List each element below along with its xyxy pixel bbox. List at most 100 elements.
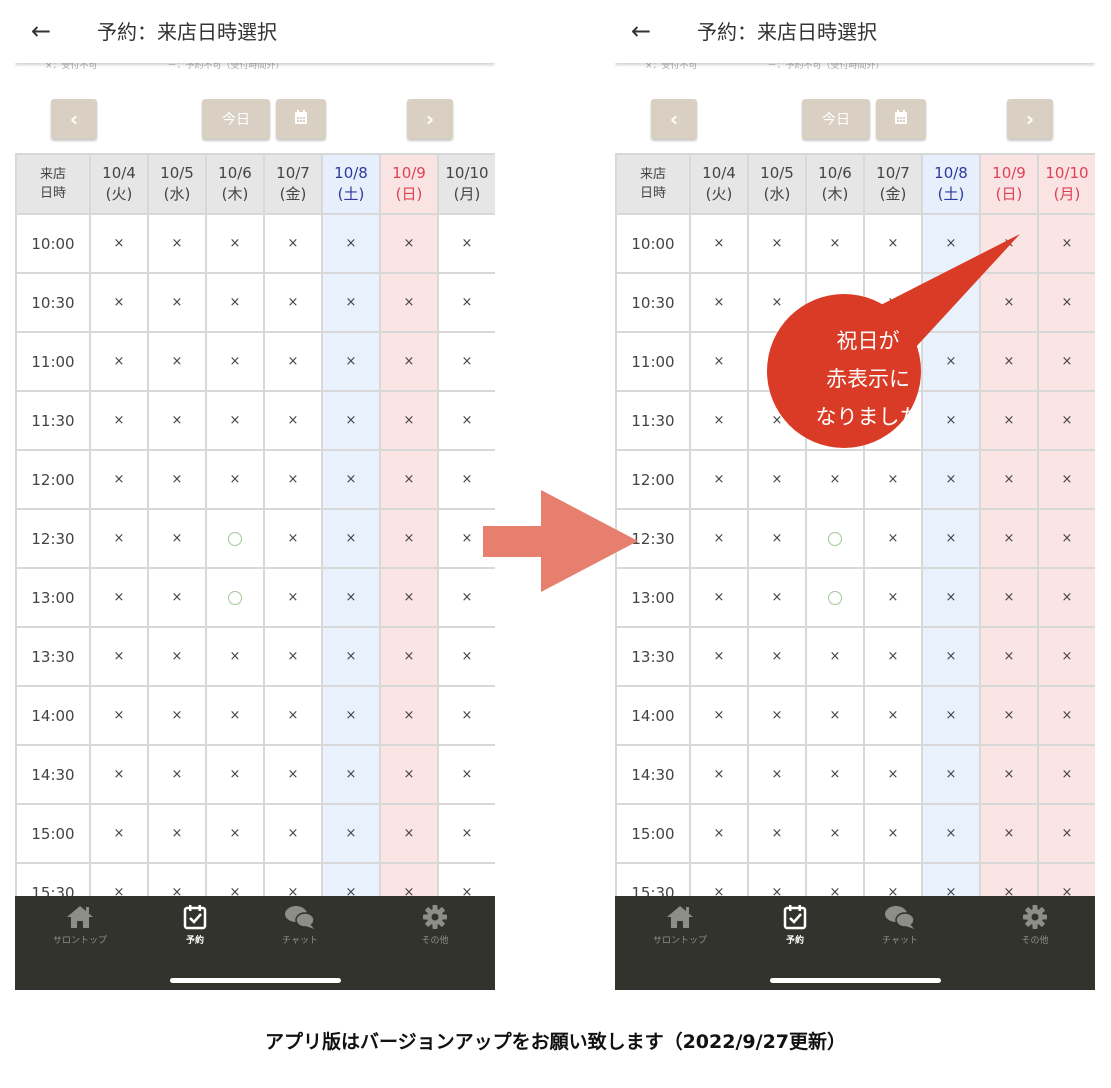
slot-unavailable: ×	[205, 803, 265, 864]
tab-label: サロントップ	[52, 936, 107, 946]
slot-unavailable: ×	[321, 390, 381, 451]
day-header-10-8: 10/8 (土)	[321, 153, 381, 215]
slot-unavailable: ×	[1037, 567, 1095, 628]
tab-label: 予約	[785, 936, 804, 946]
time-label: 12:00	[15, 449, 91, 510]
slot-unavailable: ×	[1037, 626, 1095, 687]
slot-unavailable: ×	[205, 626, 265, 687]
slot-available[interactable]	[805, 567, 865, 628]
slot-unavailable: ×	[747, 508, 807, 569]
slot-unavailable: ×	[979, 685, 1039, 746]
available-circle-icon[interactable]	[828, 531, 842, 546]
calendar-button[interactable]	[876, 99, 926, 139]
next-week-button[interactable]: ›	[407, 99, 453, 139]
tab-chat[interactable]: チャット	[250, 904, 350, 946]
time-label: 15:00	[15, 803, 91, 864]
slot-unavailable: ×	[379, 331, 439, 392]
slot-unavailable: ×	[263, 449, 323, 510]
available-circle-icon[interactable]	[228, 531, 242, 546]
slot-available[interactable]	[805, 508, 865, 569]
day-header-10-8: 10/8 (土)	[921, 153, 981, 215]
time-label: 10:30	[15, 272, 91, 333]
day-header-10-5: 10/5 (水)	[147, 153, 207, 215]
slot-unavailable: ×	[979, 803, 1039, 864]
available-circle-icon[interactable]	[228, 590, 242, 605]
day-header-10-9: 10/9 (日)	[379, 153, 439, 215]
slot-unavailable: ×	[689, 331, 749, 392]
tab-home[interactable]: サロントップ	[30, 904, 130, 946]
slot-unavailable: ×	[147, 744, 207, 805]
slot-unavailable: ×	[89, 272, 149, 333]
day-of-week: (火)	[105, 185, 133, 203]
slot-unavailable: ×	[805, 685, 865, 746]
slot-unavailable: ×	[147, 803, 207, 864]
slot-unavailable: ×	[263, 567, 323, 628]
tab-label: 予約	[185, 936, 204, 946]
table-row: 13:00 × × × × × ×	[15, 567, 495, 628]
table-row: 10:30×××××××	[15, 272, 495, 333]
slot-unavailable: ×	[437, 390, 495, 451]
slot-unavailable: ×	[89, 744, 149, 805]
slot-unavailable: ×	[921, 508, 981, 569]
table-row: 11:30×××××××	[15, 390, 495, 451]
slot-available[interactable]	[205, 508, 265, 569]
time-label: 11:00	[15, 331, 91, 392]
home-indicator[interactable]	[170, 978, 341, 983]
slot-unavailable: ×	[147, 213, 207, 274]
home-indicator[interactable]	[770, 978, 941, 983]
today-button[interactable]: 今日	[802, 99, 870, 139]
back-arrow-icon[interactable]: ←	[31, 16, 51, 46]
callout-line: なりました	[815, 405, 921, 429]
slot-unavailable: ×	[921, 744, 981, 805]
gear-icon	[385, 904, 485, 930]
week-navigation: ‹ 今日 ›	[615, 99, 1095, 141]
tab-gear[interactable]: その他	[985, 904, 1085, 946]
tab-label: チャット	[282, 936, 318, 946]
slot-unavailable: ×	[863, 803, 923, 864]
tab-home[interactable]: サロントップ	[630, 904, 730, 946]
time-label: 10:00	[615, 213, 691, 274]
slot-unavailable: ×	[805, 744, 865, 805]
slot-unavailable: ×	[379, 685, 439, 746]
tab-chat[interactable]: チャット	[850, 904, 950, 946]
tab-calendar-check[interactable]: 予約	[745, 904, 845, 946]
back-arrow-icon[interactable]: ←	[631, 16, 651, 46]
slot-unavailable: ×	[689, 803, 749, 864]
day-header-10-5: 10/5 (水)	[747, 153, 807, 215]
day-date: 10/9	[992, 164, 1026, 182]
slot-unavailable: ×	[263, 272, 323, 333]
corner-line: 来店	[639, 167, 666, 182]
time-label: 14:30	[615, 744, 691, 805]
calendar-button[interactable]	[276, 99, 326, 139]
day-of-week: (火)	[705, 185, 733, 203]
slot-unavailable: ×	[89, 331, 149, 392]
prev-week-button[interactable]: ‹	[51, 99, 97, 139]
today-button[interactable]: 今日	[202, 99, 270, 139]
day-date: 10/5	[760, 164, 794, 182]
availability-table: 来店 日時 10/4 (火) 10/5 (水) 10/6 (木) 10/7 (金) 10/8 (土) 1…	[15, 153, 495, 923]
slot-unavailable: ×	[205, 272, 265, 333]
slot-unavailable: ×	[863, 626, 923, 687]
slot-unavailable: ×	[1037, 685, 1095, 746]
table-row: 14:00 × × × × × × ×	[615, 685, 1095, 746]
table-row: 12:30 × × × × × ×	[15, 508, 495, 569]
time-label: 15:00	[615, 803, 691, 864]
table-row: 12:00 × × × × × × ×	[15, 449, 495, 510]
slot-unavailable: ×	[147, 626, 207, 687]
home-icon	[630, 904, 730, 930]
slot-unavailable: ×	[689, 508, 749, 569]
next-week-button[interactable]: ›	[1007, 99, 1053, 139]
day-of-week: (水)	[763, 185, 791, 203]
prev-week-button[interactable]: ‹	[651, 99, 697, 139]
tab-gear[interactable]: その他	[385, 904, 485, 946]
slot-unavailable: ×	[379, 567, 439, 628]
tab-calendar-check[interactable]: 予約	[145, 904, 245, 946]
slot-unavailable: ×	[263, 803, 323, 864]
slot-available[interactable]	[205, 567, 265, 628]
slot-unavailable: ×	[379, 449, 439, 510]
slot-unavailable: ×	[747, 567, 807, 628]
slot-unavailable: ×	[263, 390, 323, 451]
available-circle-icon[interactable]	[828, 590, 842, 605]
day-date: 10/5	[160, 164, 194, 182]
time-label: 11:30	[15, 390, 91, 451]
